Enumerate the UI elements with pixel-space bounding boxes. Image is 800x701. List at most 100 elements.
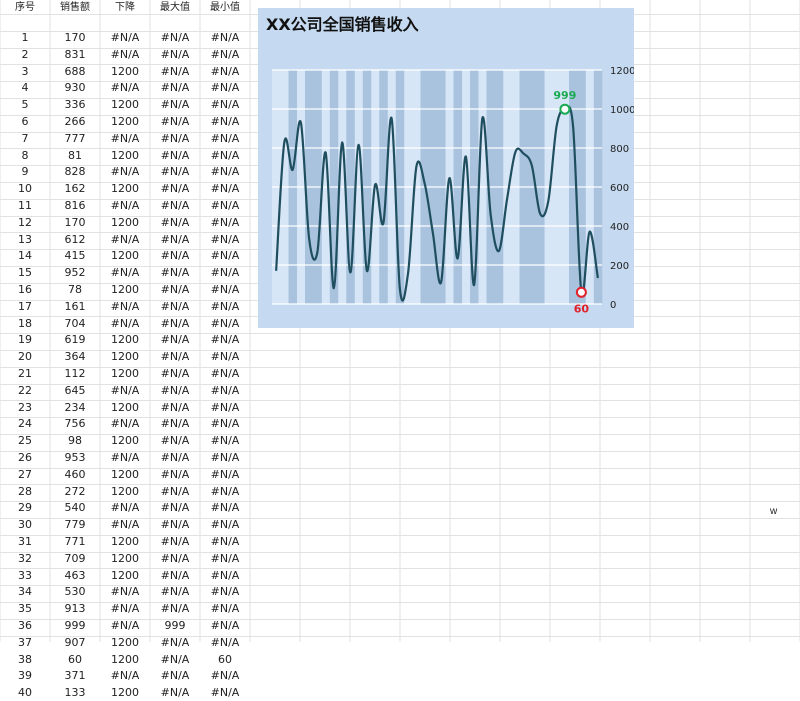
cell-sales[interactable]: 371 xyxy=(50,668,100,684)
cell-min[interactable]: #N/A xyxy=(200,80,250,96)
cell-max[interactable]: #N/A xyxy=(150,416,200,432)
cell-min[interactable]: #N/A xyxy=(200,282,250,298)
cell-index[interactable]: 7 xyxy=(0,131,50,147)
cell-sales[interactable]: 704 xyxy=(50,316,100,332)
cell-max[interactable]: #N/A xyxy=(150,332,200,348)
cell-sales[interactable]: 913 xyxy=(50,601,100,617)
cell-decline[interactable]: #N/A xyxy=(100,601,150,617)
cell-index[interactable]: 35 xyxy=(0,601,50,617)
cell-decline[interactable]: #N/A xyxy=(100,584,150,600)
cell-decline[interactable]: 1200 xyxy=(100,400,150,416)
cell-index[interactable]: 28 xyxy=(0,484,50,500)
cell-index[interactable]: 6 xyxy=(0,114,50,130)
cell-index[interactable]: 15 xyxy=(0,265,50,281)
cell-min[interactable]: #N/A xyxy=(200,164,250,180)
cell-index[interactable]: 17 xyxy=(0,299,50,315)
cell-sales[interactable]: 133 xyxy=(50,685,100,701)
cell-decline[interactable]: #N/A xyxy=(100,232,150,248)
cell-decline[interactable]: #N/A xyxy=(100,47,150,63)
cell-decline[interactable]: 1200 xyxy=(100,366,150,382)
cell-sales[interactable]: 530 xyxy=(50,584,100,600)
cell-sales[interactable]: 364 xyxy=(50,349,100,365)
cell-decline[interactable]: 1200 xyxy=(100,97,150,113)
cell-index[interactable]: 19 xyxy=(0,332,50,348)
cell-max[interactable]: #N/A xyxy=(150,148,200,164)
cell-min[interactable]: #N/A xyxy=(200,534,250,550)
cell-sales[interactable]: 952 xyxy=(50,265,100,281)
cell-index[interactable]: 5 xyxy=(0,97,50,113)
cell-decline[interactable]: #N/A xyxy=(100,30,150,46)
cell-min[interactable]: #N/A xyxy=(200,30,250,46)
cell-max[interactable]: #N/A xyxy=(150,584,200,600)
cell-sales[interactable]: 161 xyxy=(50,299,100,315)
cell-max[interactable]: #N/A xyxy=(150,568,200,584)
cell-index[interactable]: 34 xyxy=(0,584,50,600)
cell-min[interactable]: #N/A xyxy=(200,349,250,365)
cell-index[interactable]: 25 xyxy=(0,433,50,449)
cell-min[interactable]: #N/A xyxy=(200,484,250,500)
cell-sales[interactable]: 619 xyxy=(50,332,100,348)
cell-decline[interactable]: #N/A xyxy=(100,80,150,96)
cell-sales[interactable]: 463 xyxy=(50,568,100,584)
cell-max[interactable]: #N/A xyxy=(150,248,200,264)
cell-sales[interactable]: 266 xyxy=(50,114,100,130)
cell-index[interactable]: 22 xyxy=(0,383,50,399)
cell-decline[interactable]: 1200 xyxy=(100,433,150,449)
cell-index[interactable]: 10 xyxy=(0,181,50,197)
cell-sales[interactable]: 112 xyxy=(50,366,100,382)
cell-sales[interactable]: 272 xyxy=(50,484,100,500)
cell-max[interactable]: #N/A xyxy=(150,215,200,231)
cell-min[interactable]: #N/A xyxy=(200,517,250,533)
cell-decline[interactable]: #N/A xyxy=(100,450,150,466)
cell-min[interactable]: #N/A xyxy=(200,299,250,315)
cell-index[interactable]: 12 xyxy=(0,215,50,231)
cell-min[interactable]: #N/A xyxy=(200,584,250,600)
cell-min[interactable]: #N/A xyxy=(200,215,250,231)
cell-max[interactable]: #N/A xyxy=(150,450,200,466)
cell-index[interactable]: 14 xyxy=(0,248,50,264)
cell-max[interactable]: #N/A xyxy=(150,198,200,214)
cell-decline[interactable]: #N/A xyxy=(100,299,150,315)
cell-decline[interactable]: 1200 xyxy=(100,484,150,500)
cell-max[interactable]: #N/A xyxy=(150,47,200,63)
cell-max[interactable]: #N/A xyxy=(150,164,200,180)
cell-decline[interactable]: 1200 xyxy=(100,114,150,130)
cell-min[interactable]: #N/A xyxy=(200,450,250,466)
cell-decline[interactable]: #N/A xyxy=(100,265,150,281)
header-max[interactable]: 最大值 xyxy=(150,0,200,16)
cell-decline[interactable]: 1200 xyxy=(100,282,150,298)
cell-sales[interactable]: 415 xyxy=(50,248,100,264)
cell-sales[interactable]: 828 xyxy=(50,164,100,180)
cell-index[interactable]: 11 xyxy=(0,198,50,214)
cell-index[interactable]: 31 xyxy=(0,534,50,550)
cell-max[interactable]: #N/A xyxy=(150,131,200,147)
cell-decline[interactable]: #N/A xyxy=(100,198,150,214)
cell-index[interactable]: 3 xyxy=(0,64,50,80)
cell-min[interactable]: #N/A xyxy=(200,198,250,214)
cell-index[interactable]: 40 xyxy=(0,685,50,701)
header-decline[interactable]: 下降 xyxy=(100,0,150,16)
cell-min[interactable]: #N/A xyxy=(200,685,250,701)
cell-min[interactable]: #N/A xyxy=(200,232,250,248)
cell-index[interactable]: 23 xyxy=(0,400,50,416)
cell-max[interactable]: #N/A xyxy=(150,232,200,248)
cell-min[interactable]: #N/A xyxy=(200,248,250,264)
cell-sales[interactable]: 953 xyxy=(50,450,100,466)
cell-index[interactable]: 21 xyxy=(0,366,50,382)
cell-sales[interactable]: 234 xyxy=(50,400,100,416)
cell-sales[interactable]: 999 xyxy=(50,618,100,634)
cell-min[interactable]: #N/A xyxy=(200,265,250,281)
cell-index[interactable]: 2 xyxy=(0,47,50,63)
cell-max[interactable]: #N/A xyxy=(150,652,200,668)
cell-max[interactable]: #N/A xyxy=(150,349,200,365)
cell-decline[interactable]: #N/A xyxy=(100,383,150,399)
cell-decline[interactable]: 1200 xyxy=(100,652,150,668)
cell-decline[interactable]: #N/A xyxy=(100,618,150,634)
cell-sales[interactable]: 540 xyxy=(50,500,100,516)
cell-max[interactable]: #N/A xyxy=(150,181,200,197)
cell-sales[interactable]: 756 xyxy=(50,416,100,432)
cell-min[interactable]: #N/A xyxy=(200,366,250,382)
cell-sales[interactable]: 98 xyxy=(50,433,100,449)
cell-decline[interactable]: 1200 xyxy=(100,685,150,701)
cell-sales[interactable]: 777 xyxy=(50,131,100,147)
